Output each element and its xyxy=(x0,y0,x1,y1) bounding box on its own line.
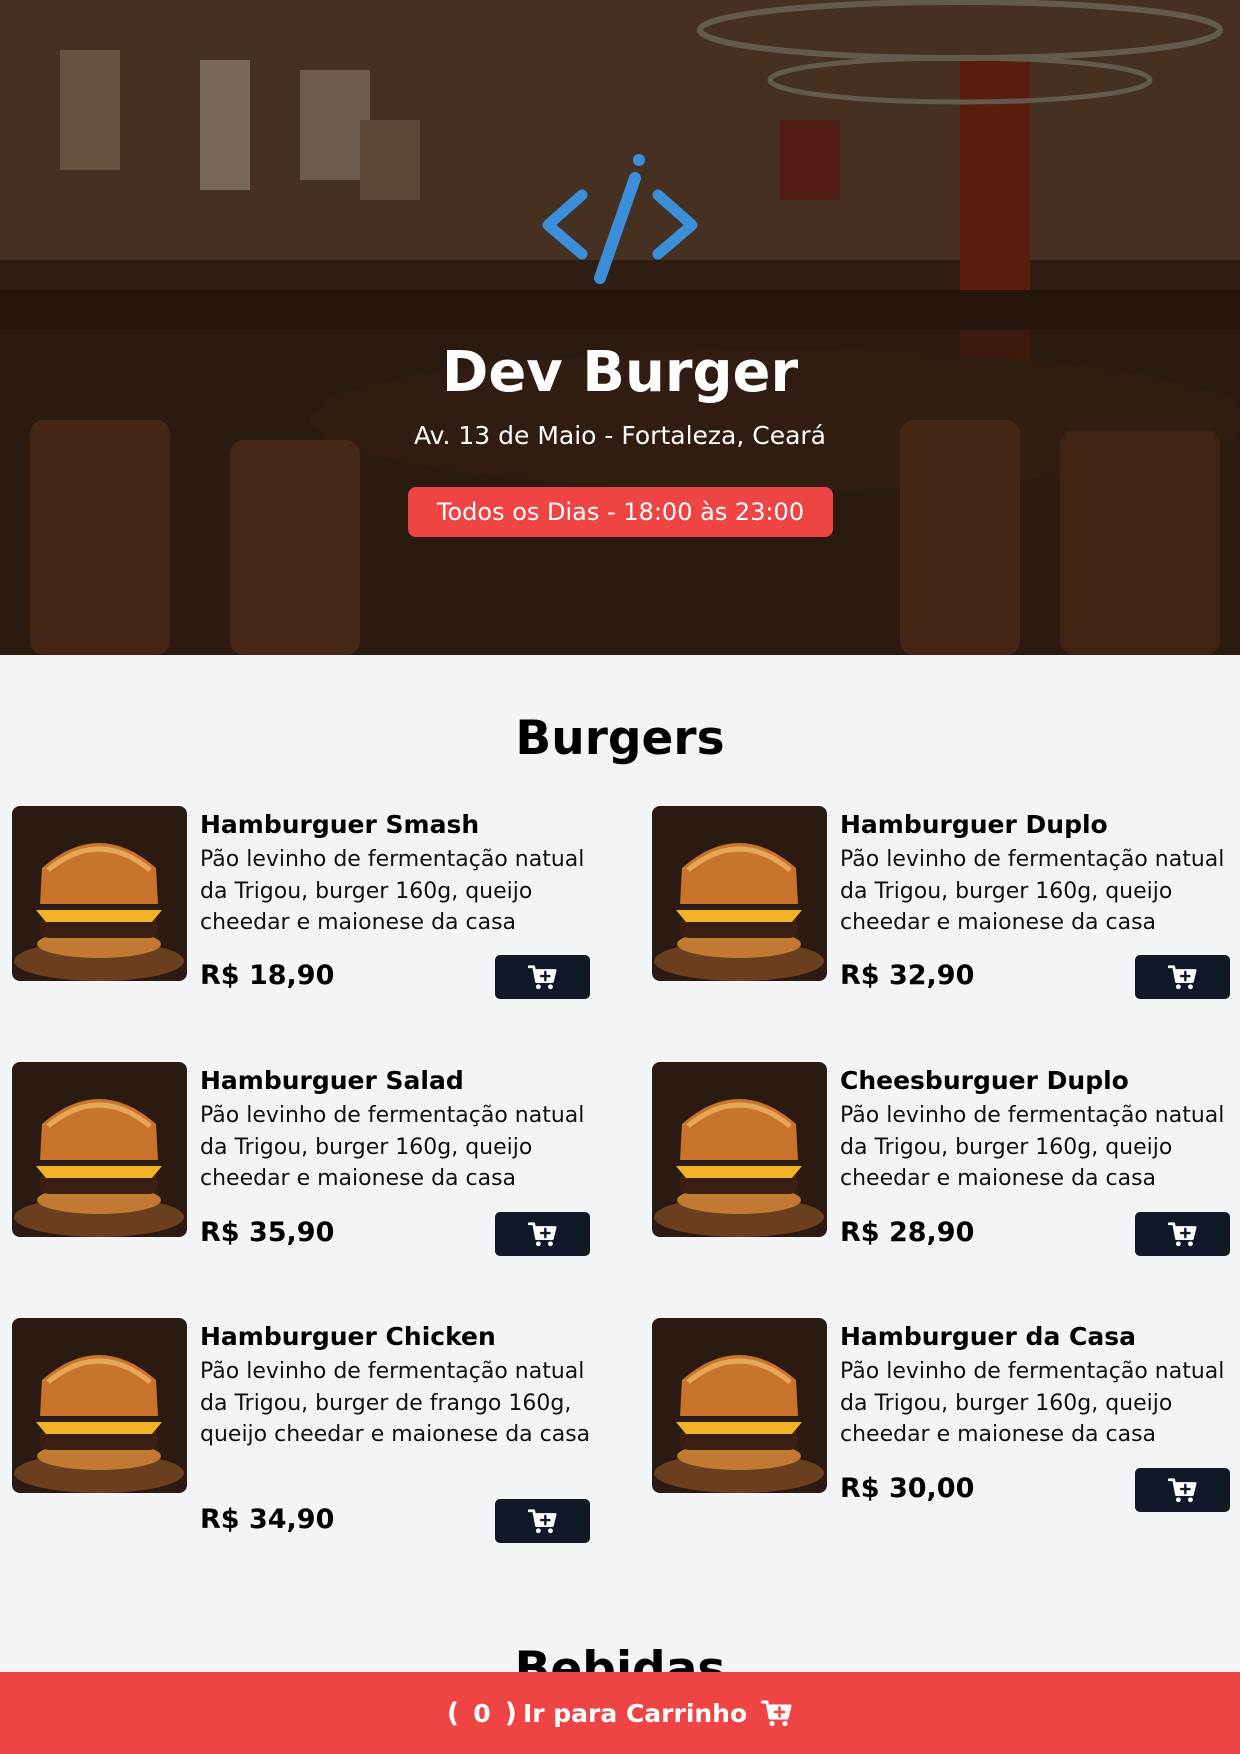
add-to-cart-button[interactable] xyxy=(1135,1212,1230,1256)
cart-plus-icon xyxy=(528,1221,558,1247)
item-name: Hamburguer Smash xyxy=(200,810,480,839)
restaurant-address: Av. 13 de Maio - Fortaleza, Ceará xyxy=(414,421,826,450)
item-name: Hamburguer Salad xyxy=(200,1066,464,1095)
item-description: Pão levinho de fermentação natual da Tri… xyxy=(200,1103,585,1191)
item-name: Hamburguer Duplo xyxy=(840,810,1108,839)
item-name: Hamburguer Chicken xyxy=(200,1322,496,1351)
burger-photo xyxy=(652,1318,827,1493)
item-price: R$ 35,90 xyxy=(200,1217,335,1248)
burger-photo xyxy=(12,1062,187,1237)
item-price: R$ 34,90 xyxy=(200,1504,335,1535)
add-to-cart-button[interactable] xyxy=(495,955,590,999)
item-name: Cheesburguer Duplo xyxy=(840,1066,1129,1095)
restaurant-name: Dev Burger xyxy=(441,340,799,405)
item-description: Pão levinho de fermentação natual da Tri… xyxy=(200,847,585,935)
hero-header: Dev Burger Av. 13 de Maio - Fortaleza, C… xyxy=(0,0,1240,655)
cart-plus-icon xyxy=(1168,1477,1198,1503)
menu-item: Hamburguer Duplo Pão levinho de fermenta… xyxy=(652,806,1232,999)
add-to-cart-button[interactable] xyxy=(1135,955,1230,999)
section-title-burgers: Burgers xyxy=(515,711,725,766)
add-to-cart-button[interactable] xyxy=(495,1212,590,1256)
go-to-cart-label: Ir para Carrinho xyxy=(522,1698,748,1728)
item-description: Pão levinho de fermentação natual da Tri… xyxy=(840,1103,1225,1191)
burger-photo xyxy=(652,806,827,981)
go-to-cart-button[interactable]: ( 0 ) Ir para Carrinho xyxy=(0,1672,1240,1754)
item-description: Pão levinho de fermentação natual da Tri… xyxy=(840,1359,1225,1447)
menu-item: Hamburguer Salad Pão levinho de fermenta… xyxy=(12,1062,592,1256)
cart-plus-icon xyxy=(528,964,558,990)
menu-item: Hamburguer Smash Pão levinho de fermenta… xyxy=(12,806,592,999)
cart-plus-icon xyxy=(761,1699,793,1727)
add-to-cart-button[interactable] xyxy=(495,1499,590,1543)
item-description: Pão levinho de fermentação natual da Tri… xyxy=(200,1359,591,1447)
item-description: Pão levinho de fermentação natual da Tri… xyxy=(840,847,1225,935)
cart-count-open-paren: ( xyxy=(446,1697,460,1729)
cart-count: 0 xyxy=(473,1698,491,1728)
cart-count-close-paren: ) xyxy=(504,1697,517,1729)
item-price: R$ 30,00 xyxy=(840,1473,975,1504)
cart-plus-icon xyxy=(1168,1221,1198,1247)
item-price: R$ 28,90 xyxy=(840,1217,975,1248)
burger-photo xyxy=(652,1062,827,1237)
item-price: R$ 32,90 xyxy=(840,960,975,991)
cart-plus-icon xyxy=(528,1508,558,1534)
menu-item: Hamburguer Chicken Pão levinho de fermen… xyxy=(12,1318,592,1548)
burger-photo xyxy=(12,1318,187,1493)
add-to-cart-button[interactable] xyxy=(1135,1468,1230,1512)
code-brackets-icon xyxy=(542,154,698,284)
menu-item: Hamburguer da Casa Pão levinho de fermen… xyxy=(652,1318,1232,1512)
hero-overlay xyxy=(0,0,1240,655)
menu-item: Cheesburguer Duplo Pão levinho de fermen… xyxy=(652,1062,1232,1256)
cart-plus-icon xyxy=(1168,964,1198,990)
opening-hours-badge: Todos os Dias - 18:00 às 23:00 xyxy=(408,487,833,537)
burger-photo xyxy=(12,806,187,981)
item-name: Hamburguer da Casa xyxy=(840,1322,1136,1351)
item-price: R$ 18,90 xyxy=(200,960,335,991)
